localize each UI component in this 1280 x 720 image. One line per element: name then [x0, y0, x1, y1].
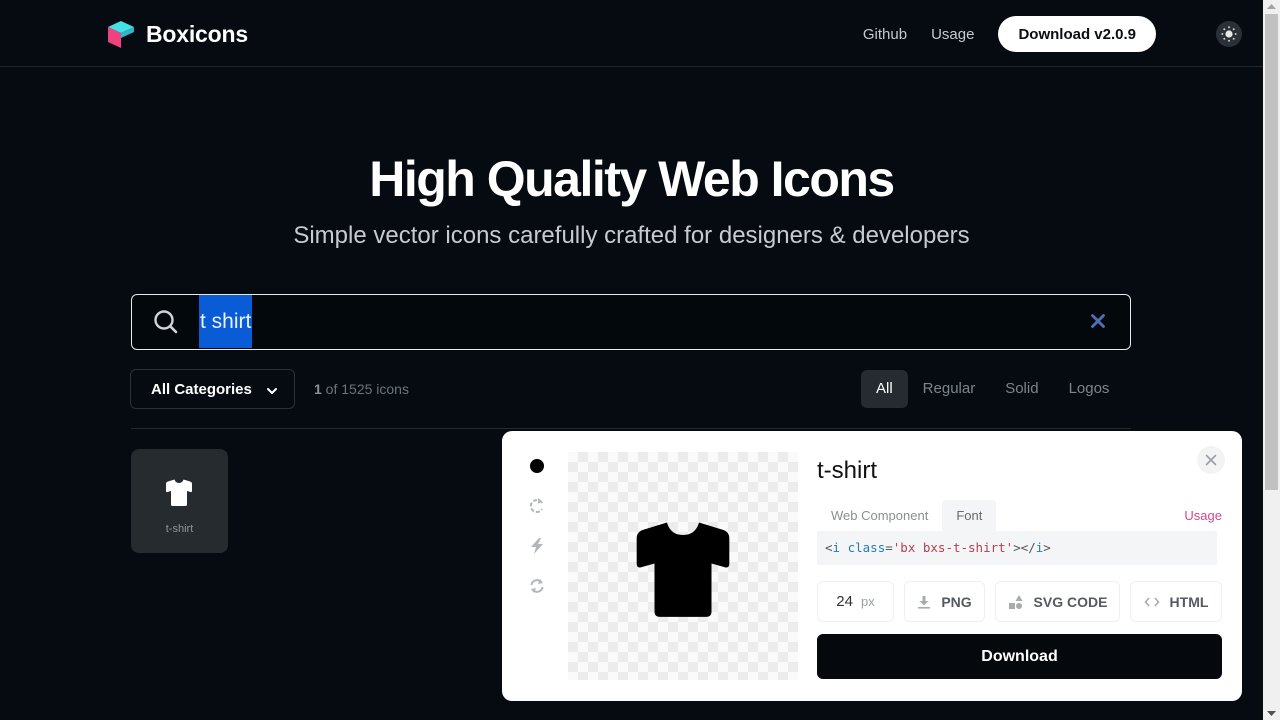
results-count-total: of 1525 icons: [321, 381, 409, 397]
variant-spin[interactable]: [526, 496, 548, 516]
html-label: HTML: [1169, 593, 1209, 610]
size-value: 24: [836, 593, 853, 610]
search-input[interactable]: [198, 295, 1068, 348]
png-label: PNG: [941, 593, 972, 610]
detail-title: t-shirt: [817, 457, 877, 484]
tab-font[interactable]: Font: [942, 500, 997, 531]
shapes-icon: [1008, 594, 1023, 609]
tab-web-component[interactable]: Web Component: [817, 500, 942, 531]
code-token: 'bx bxs-t-shirt': [892, 540, 1014, 555]
code-token: <: [825, 540, 833, 555]
download-icon-button[interactable]: Download: [817, 634, 1222, 679]
icon-detail-panel: t-shirt Web Component Font Usage <i clas…: [502, 431, 1242, 701]
variant-list: [526, 456, 548, 596]
tab-logos[interactable]: Logos: [1054, 370, 1125, 408]
code-format-tabs: Web Component Font: [817, 500, 997, 531]
theme-toggle-button[interactable]: [1216, 21, 1242, 47]
code-brackets-icon: [1143, 596, 1160, 607]
close-icon[interactable]: [1090, 313, 1106, 334]
scrollbar-thumb[interactable]: [1265, 14, 1278, 490]
search-icon: [152, 308, 180, 341]
icon-search-box[interactable]: t shirt: [131, 294, 1131, 350]
variant-refresh[interactable]: [526, 576, 548, 596]
variant-flash[interactable]: [526, 536, 548, 556]
t-shirt-icon: [626, 510, 740, 629]
nav-link-github[interactable]: Github: [863, 26, 907, 43]
nav-links: Github Usage Download v2.0.9: [863, 16, 1156, 52]
chevron-down-icon: [266, 384, 278, 401]
nav-link-usage[interactable]: Usage: [931, 26, 974, 43]
brand-logo-link[interactable]: Boxicons: [106, 18, 248, 50]
download-icon: [918, 595, 931, 609]
icon-type-tabs: All Regular Solid Logos: [861, 370, 1124, 408]
category-dropdown-label: All Categories: [151, 380, 252, 398]
code-snippet[interactable]: <i class='bx bxs-t-shirt'></i>: [817, 531, 1217, 565]
top-navbar: Boxicons Github Usage Download v2.0.9: [0, 0, 1263, 67]
usage-link[interactable]: Usage: [1184, 508, 1222, 523]
close-icon: [1205, 454, 1217, 466]
dot-icon: [530, 459, 544, 473]
sun-icon: [1221, 26, 1237, 42]
results-divider: [131, 428, 1131, 429]
rotate-icon: [529, 498, 543, 513]
category-dropdown[interactable]: All Categories: [130, 369, 295, 409]
size-unit: px: [860, 594, 875, 609]
code-token: >: [1043, 540, 1051, 555]
variant-solid[interactable]: [526, 456, 548, 476]
results-count: 1 of 1525 icons: [314, 381, 409, 397]
detail-close-button[interactable]: [1197, 446, 1225, 474]
icon-result-tile[interactable]: t-shirt: [131, 449, 228, 553]
export-actions: 24 px PNG SVG CODE HTML: [817, 581, 1222, 622]
t-shirt-icon: [163, 476, 195, 513]
boxicons-logo-icon: [106, 18, 136, 50]
page: Boxicons Github Usage Download v2.0.9 Hi…: [0, 0, 1263, 720]
download-png-button[interactable]: PNG: [904, 581, 985, 622]
refresh-icon: [530, 579, 544, 593]
tab-all[interactable]: All: [861, 370, 908, 408]
hero-subtitle: Simple vector icons carefully crafted fo…: [293, 222, 970, 249]
icon-result-label: t-shirt: [165, 523, 194, 535]
scroll-down-arrow-icon[interactable]: [1263, 707, 1280, 720]
icon-preview: [568, 452, 798, 680]
code-token: i: [832, 540, 841, 555]
scroll-up-arrow-icon[interactable]: [1263, 0, 1280, 13]
html-button[interactable]: HTML: [1130, 581, 1222, 622]
code-token: ></: [1013, 540, 1036, 555]
hero-title: High Quality Web Icons: [369, 151, 895, 207]
page-scrollbar[interactable]: [1263, 0, 1280, 720]
brand-name: Boxicons: [146, 20, 248, 47]
bolt-icon: [531, 538, 543, 554]
svg-code-button[interactable]: SVG CODE: [995, 581, 1120, 622]
code-token: =: [885, 540, 893, 555]
svg-code-label: SVG CODE: [1033, 593, 1108, 610]
download-version-button[interactable]: Download v2.0.9: [998, 16, 1156, 52]
size-input[interactable]: 24 px: [817, 581, 894, 622]
tab-regular[interactable]: Regular: [908, 370, 991, 408]
tab-solid[interactable]: Solid: [990, 370, 1053, 408]
code-token: class: [847, 540, 886, 555]
results-count-current: 1: [314, 381, 322, 397]
